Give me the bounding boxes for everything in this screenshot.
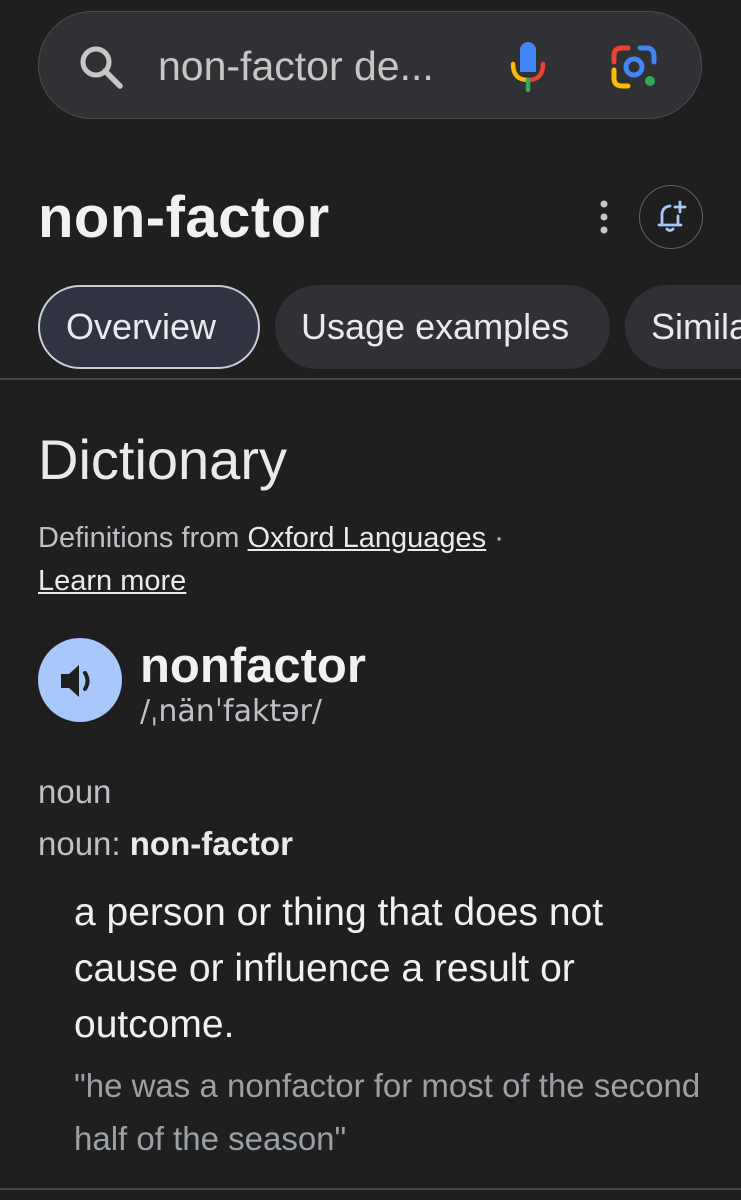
separator: ·	[494, 522, 504, 554]
search-input[interactable]: non-factor de...	[158, 38, 434, 94]
headword: nonfactor	[140, 639, 366, 693]
page-title: non-factor	[38, 185, 330, 250]
tab-similar[interactable]: Simila	[625, 285, 741, 369]
tab-usage-examples[interactable]: Usage examples	[275, 285, 610, 369]
pos-label: noun:	[38, 825, 121, 862]
add-alert-button[interactable]	[639, 185, 703, 249]
speaker-icon	[61, 665, 90, 697]
section-title: Dictionary	[38, 428, 287, 491]
pos-form: non-factor	[129, 825, 293, 862]
tab-overview[interactable]: Overview	[38, 285, 260, 369]
tab-bar: Overview Usage examples Simila	[38, 285, 741, 369]
learn-more-link[interactable]: Learn more	[38, 565, 186, 597]
definition: a person or thing that does not cause or…	[74, 891, 604, 1046]
part-of-speech-detail: noun: non-factor	[38, 822, 293, 866]
source-attribution: Definitions from Oxford Languages · Lear…	[38, 517, 598, 603]
microphone-icon[interactable]	[508, 40, 548, 92]
google-lens-icon[interactable]	[610, 44, 660, 90]
phonetic-spelling: /ˌnänˈfaktər/	[140, 694, 322, 729]
source-prefix: Definitions from	[38, 522, 240, 554]
more-vert-icon[interactable]	[592, 198, 616, 236]
search-icon[interactable]	[78, 44, 124, 90]
divider	[0, 378, 741, 380]
divider	[0, 1188, 741, 1190]
pronunciation-button[interactable]	[38, 638, 122, 722]
example-sentence: "he was a nonfactor for most of the seco…	[74, 1067, 701, 1157]
oxford-languages-link[interactable]: Oxford Languages	[248, 522, 487, 554]
add-alert-bell-icon	[657, 200, 687, 232]
part-of-speech: noun	[38, 773, 112, 810]
